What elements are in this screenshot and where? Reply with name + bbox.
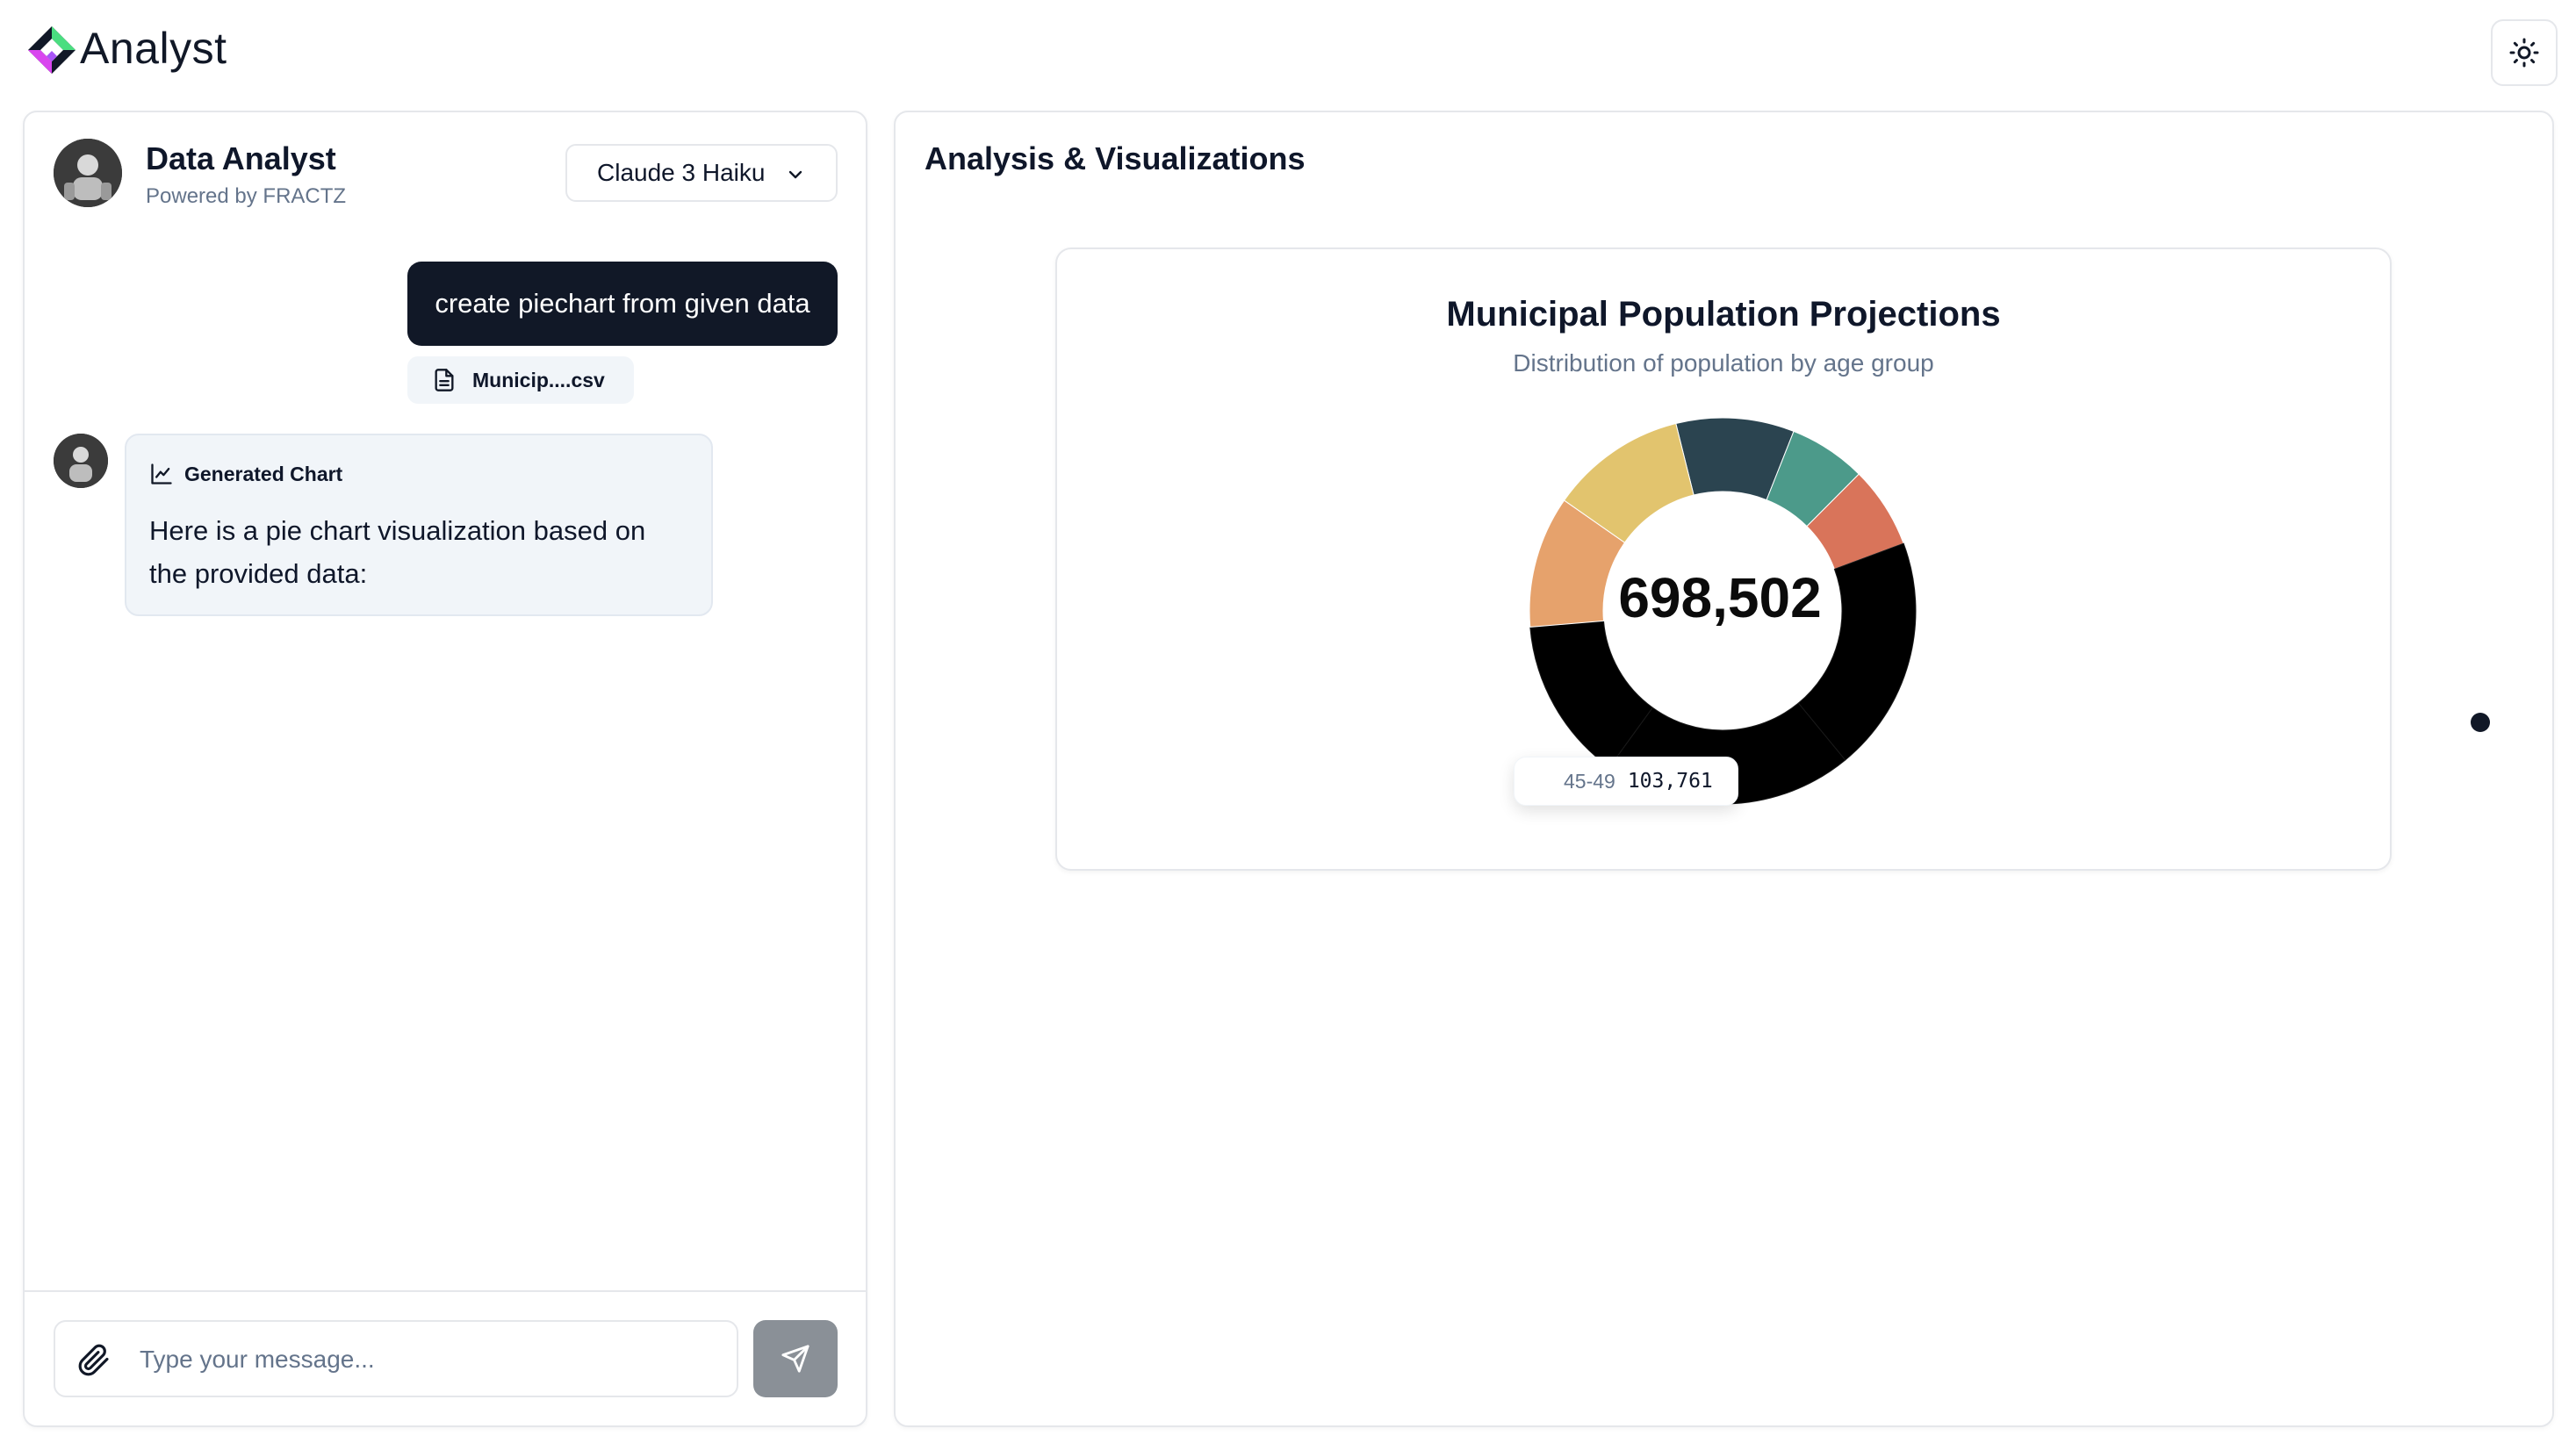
- assistant-message: Generated Chart Here is a pie chart visu…: [125, 434, 713, 616]
- chart-tooltip: 45-49 103,761: [1514, 757, 1738, 806]
- tooltip-value: 103,761: [1627, 770, 1713, 793]
- sun-icon: [2509, 38, 2539, 68]
- send-button[interactable]: [753, 1320, 838, 1397]
- send-icon: [781, 1345, 809, 1373]
- user-message: create piechart from given data: [407, 262, 838, 346]
- agent-avatar: [54, 139, 122, 207]
- viz-title: Analysis & Visualizations: [925, 140, 1306, 176]
- assistant-message-text: Here is a pie chart visualization based …: [149, 515, 646, 589]
- generated-chart-tag[interactable]: Generated Chart: [149, 462, 342, 486]
- line-chart-icon: [151, 463, 172, 485]
- tooltip-name: 45-49: [1564, 769, 1615, 793]
- agent-name: Data Analyst: [146, 140, 336, 176]
- model-select[interactable]: Claude 3 Haiku: [565, 144, 838, 202]
- chart-subtitle: Distribution of population by age group: [1513, 349, 1934, 377]
- chart-total-label: 698,502: [1618, 566, 1822, 629]
- assistant-avatar: [54, 434, 108, 488]
- visualization-panel: Analysis & Visualizations Municipal Popu…: [894, 111, 2554, 1427]
- app-title: Analyst: [80, 24, 227, 73]
- top-bar: Analyst: [0, 0, 2576, 105]
- chat-panel: Data Analyst Powered by FRACTZ Claude 3 …: [23, 111, 867, 1427]
- attachment-name: Municip....csv: [472, 368, 605, 391]
- input-divider: [25, 1290, 866, 1292]
- diamond-logo-icon[interactable]: [25, 25, 79, 79]
- generated-chart-label: Generated Chart: [184, 462, 343, 485]
- paperclip-icon: [78, 1344, 109, 1376]
- message-input-box: [54, 1320, 738, 1397]
- chart-card: Municipal Population Projections Distrib…: [1055, 248, 2392, 871]
- message-input[interactable]: [140, 1338, 719, 1382]
- model-select-value: Claude 3 Haiku: [597, 159, 766, 186]
- agent-subtitle: Powered by FRACTZ: [146, 184, 347, 208]
- attach-button[interactable]: [75, 1341, 113, 1380]
- resize-handle[interactable]: [2471, 713, 2490, 732]
- chevron-down-icon: [788, 170, 802, 179]
- attachment-chip[interactable]: Municip....csv: [407, 356, 634, 404]
- file-text-icon: [435, 369, 454, 391]
- chart-title: Municipal Population Projections: [1446, 295, 2001, 334]
- theme-toggle-button[interactable]: [2491, 19, 2558, 86]
